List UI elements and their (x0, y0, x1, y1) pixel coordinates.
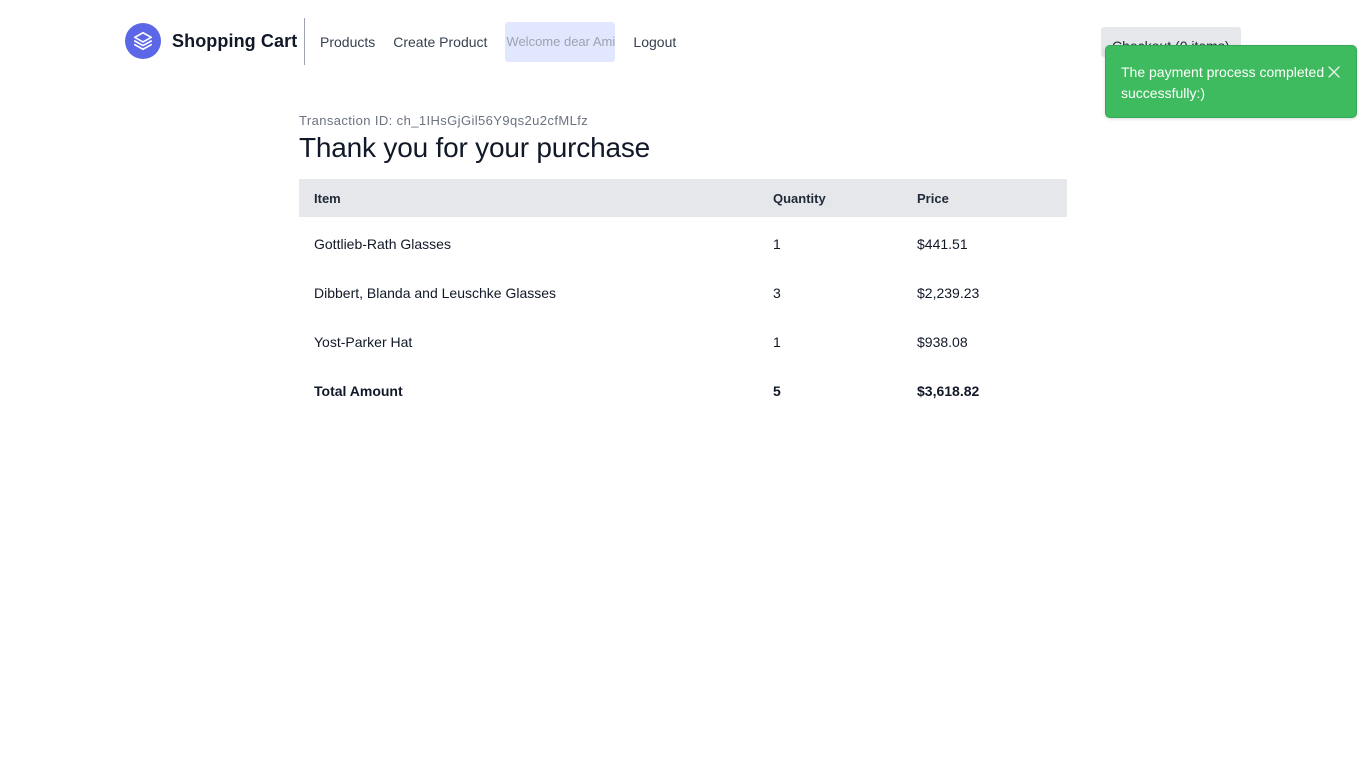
purchase-summary: Transaction ID: ch_1IHsGjGil56Y9qs2u2cfM… (299, 110, 1067, 415)
nav-logout-link[interactable]: Logout (633, 34, 676, 50)
brand-title: Shopping Cart (172, 30, 298, 51)
table-row: Yost-Parker Hat 1 $938.08 (299, 317, 1067, 366)
item-name: Dibbert, Blanda and Leuschke Glasses (314, 284, 557, 301)
purchase-table: Item Quantity Price Gottlieb-Rath Glasse… (299, 179, 1067, 415)
header-divider (304, 18, 305, 65)
table-row: Dibbert, Blanda and Leuschke Glasses 3 $… (299, 268, 1067, 317)
transaction-id: Transaction ID: ch_1IHsGjGil56Y9qs2u2cfM… (299, 113, 589, 128)
column-header-price: Price (917, 190, 949, 206)
total-label: Total Amount (314, 382, 403, 399)
brand-link[interactable]: Shopping Cart (125, 23, 297, 59)
item-price: $938.08 (917, 333, 968, 350)
welcome-user-label: Welcome dear Amir (505, 22, 616, 62)
table-row: Gottlieb-Rath Glasses 1 $441.51 (299, 217, 1067, 268)
toast-message: The payment process completed successful… (1121, 64, 1325, 101)
item-price: $441.51 (917, 235, 968, 252)
item-quantity: 1 (773, 235, 781, 252)
nav-create-product-link[interactable]: Create Product (393, 34, 487, 50)
table-header-row: Item Quantity Price (299, 179, 1067, 217)
nav-products-link[interactable]: Products (320, 34, 375, 50)
item-name: Yost-Parker Hat (314, 333, 413, 350)
page-title: Thank you for your purchase (299, 132, 651, 163)
column-header-item: Item (314, 190, 341, 206)
column-header-quantity: Quantity (773, 190, 826, 206)
total-row: Total Amount 5 $3,618.82 (299, 366, 1067, 415)
item-name: Gottlieb-Rath Glasses (314, 235, 451, 252)
layers-icon (125, 23, 161, 59)
item-quantity: 1 (773, 333, 781, 350)
total-quantity: 5 (773, 382, 781, 399)
close-icon[interactable] (1328, 65, 1340, 78)
success-toast: The payment process completed successful… (1105, 45, 1357, 118)
item-price: $2,239.23 (917, 284, 980, 301)
total-price: $3,618.82 (917, 382, 980, 399)
main-nav: Products Create Product Welcome dear Ami… (320, 22, 694, 62)
item-quantity: 3 (773, 284, 781, 301)
